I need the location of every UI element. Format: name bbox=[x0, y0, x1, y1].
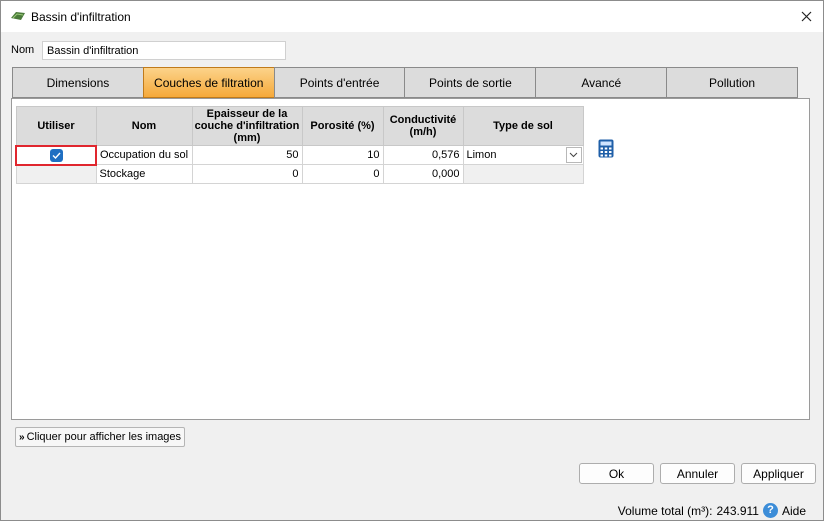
appliquer-button[interactable]: Appliquer bbox=[741, 463, 816, 484]
table-header-row: Utiliser Nom Epaisseur de la couche d'in… bbox=[15, 106, 584, 146]
annuler-button[interactable]: Annuler bbox=[660, 463, 735, 484]
header-nom[interactable]: Nom bbox=[95, 106, 193, 146]
nom-cell[interactable]: Stockage bbox=[95, 164, 193, 184]
volume-label: Volume total (m³): bbox=[617, 503, 713, 518]
tab-points-d-entree[interactable]: Points d'entrée bbox=[273, 67, 405, 98]
nom-label: Nom bbox=[11, 44, 35, 56]
filtration-layers-panel: Utiliser Nom Epaisseur de la couche d'in… bbox=[11, 98, 810, 420]
header-epaisseur-line1: Epaisseur de la bbox=[206, 108, 288, 120]
type-de-sol-cell bbox=[462, 164, 584, 184]
dialog-body: Nom Dimensions Couches de filtration Poi… bbox=[1, 32, 823, 520]
tab-points-de-sortie[interactable]: Points de sortie bbox=[404, 67, 536, 98]
type-de-sol-dropdown-button[interactable] bbox=[565, 147, 582, 163]
double-chevron-down-icon: » bbox=[19, 431, 25, 443]
conductivite-cell[interactable]: 0,576 bbox=[382, 145, 464, 165]
tab-dimensions[interactable]: Dimensions bbox=[12, 67, 143, 98]
header-epaisseur-line2: couche d'infiltration bbox=[194, 120, 300, 132]
header-epaisseur-line3: (mm) bbox=[233, 132, 261, 144]
status-bar: Volume total (m³): 243.911 ? Aide bbox=[618, 503, 806, 518]
tab-bar: Dimensions Couches de filtration Points … bbox=[12, 67, 798, 98]
conductivite-cell[interactable]: 0,000 bbox=[382, 164, 464, 184]
utiliser-cell[interactable] bbox=[15, 144, 97, 166]
ok-button[interactable]: Ok bbox=[579, 463, 654, 484]
tab-avance[interactable]: Avancé bbox=[535, 67, 667, 98]
title-bar: Bassin d'infiltration bbox=[1, 1, 823, 32]
table-row: Occupation du sol 50 10 0,576 Limon bbox=[15, 144, 584, 166]
chevron-down-icon bbox=[569, 152, 578, 158]
porosite-cell[interactable]: 0 bbox=[301, 164, 384, 184]
porosite-cell[interactable]: 10 bbox=[301, 145, 384, 165]
header-epaisseur[interactable]: Epaisseur de la couche d'infiltration (m… bbox=[191, 106, 303, 146]
show-images-label: Cliquer pour afficher les images bbox=[26, 431, 182, 443]
close-button[interactable] bbox=[795, 6, 817, 26]
header-conductivite-line1: Conductivité bbox=[389, 114, 457, 126]
tab-couches-de-filtration[interactable]: Couches de filtration bbox=[142, 67, 274, 98]
header-utiliser[interactable]: Utiliser bbox=[15, 106, 97, 146]
header-conductivite-line2: (m/h) bbox=[409, 126, 437, 138]
help-label[interactable]: Aide bbox=[782, 504, 806, 518]
app-icon bbox=[10, 10, 26, 22]
nom-cell[interactable]: Occupation du sol bbox=[95, 145, 193, 165]
calculator-icon[interactable] bbox=[598, 139, 614, 158]
header-porosite[interactable]: Porosité (%) bbox=[301, 106, 384, 146]
window-title: Bassin d'infiltration bbox=[31, 10, 131, 24]
show-images-button[interactable]: » Cliquer pour afficher les images bbox=[15, 427, 185, 447]
utiliser-cell bbox=[15, 164, 97, 184]
checkbox-check-icon bbox=[52, 152, 61, 159]
utiliser-checkbox[interactable] bbox=[49, 148, 63, 162]
header-conductivite[interactable]: Conductivité (m/h) bbox=[382, 106, 464, 146]
close-icon bbox=[801, 11, 811, 21]
epaisseur-cell[interactable]: 50 bbox=[191, 145, 303, 165]
table-row: Stockage 0 0 0,000 bbox=[15, 164, 584, 184]
filtration-layers-table: Utiliser Nom Epaisseur de la couche d'in… bbox=[15, 106, 584, 184]
tab-pollution[interactable]: Pollution bbox=[666, 67, 798, 98]
type-de-sol-select[interactable]: Limon bbox=[462, 145, 584, 165]
nom-input[interactable] bbox=[42, 41, 286, 60]
dialog-window: Bassin d'infiltration Nom Dimensions Cou… bbox=[0, 0, 824, 521]
help-icon[interactable]: ? bbox=[762, 503, 778, 518]
epaisseur-cell[interactable]: 0 bbox=[191, 164, 303, 184]
volume-value: 243.911 bbox=[716, 503, 759, 518]
header-type-de-sol[interactable]: Type de sol bbox=[462, 106, 584, 146]
type-de-sol-value: Limon bbox=[466, 149, 497, 161]
